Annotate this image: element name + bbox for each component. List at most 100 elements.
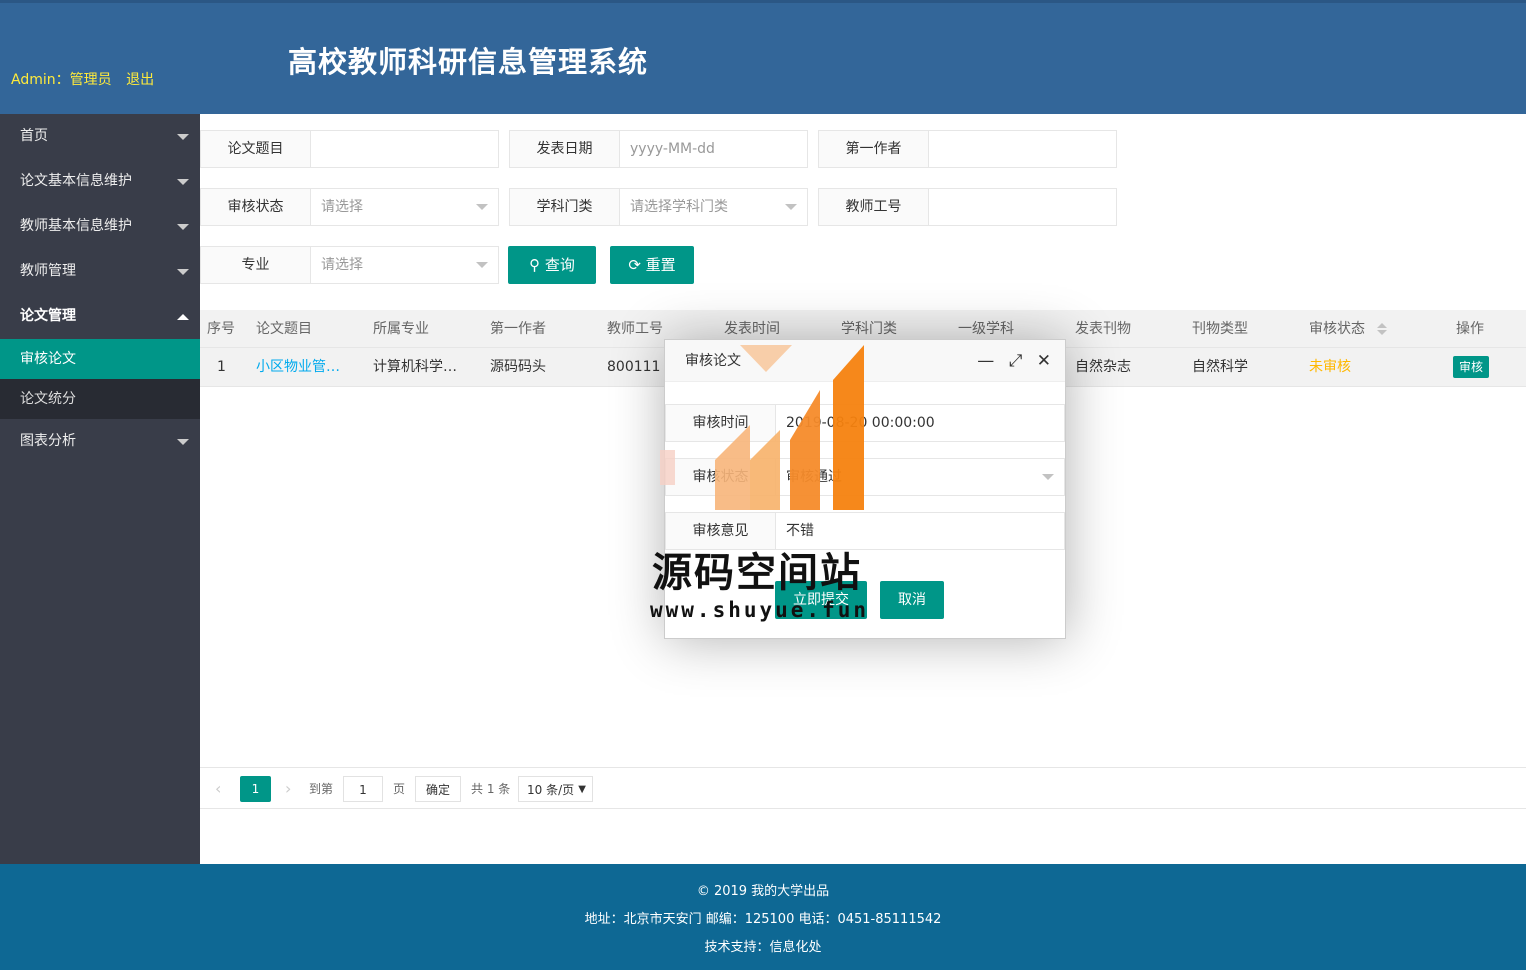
date-input[interactable]: yyyy-MM-dd bbox=[620, 131, 807, 167]
footer-support: 技术支持：信息化处 bbox=[704, 940, 822, 955]
cell-action: 审核 bbox=[1453, 348, 1490, 386]
caret-up-icon bbox=[177, 314, 189, 320]
filter-label: 发表日期 bbox=[510, 131, 620, 167]
close-icon[interactable]: ✕ bbox=[1037, 340, 1051, 382]
chevron-down-icon bbox=[1042, 474, 1054, 480]
filter-label: 学科门类 bbox=[510, 189, 620, 225]
caret-down-icon bbox=[177, 269, 189, 275]
page-input[interactable]: 1 bbox=[343, 776, 383, 802]
col-header: 序号 bbox=[207, 321, 235, 337]
filter-label: 教师工号 bbox=[819, 189, 929, 225]
prev-page-icon[interactable]: ‹ bbox=[215, 776, 221, 802]
filter-date: 发表日期 yyyy-MM-dd bbox=[509, 130, 808, 168]
status-badge: 未审核 bbox=[1309, 359, 1351, 375]
category-select[interactable]: 请选择学科门类 bbox=[620, 189, 807, 225]
col-header: 论文题目 bbox=[256, 321, 312, 337]
filter-category: 学科门类 请选择学科门类 bbox=[509, 188, 808, 226]
cell-title-link[interactable]: 小区物业管理系统 bbox=[256, 348, 346, 386]
col-header: 发表刊物 bbox=[1075, 321, 1131, 337]
teacher-id-input[interactable] bbox=[929, 189, 1116, 225]
logout-link[interactable]: 退出 bbox=[126, 72, 154, 88]
col-header: 所属专业 bbox=[373, 321, 429, 337]
user-info: Admin：管理员 退出 bbox=[11, 69, 164, 89]
page-footer: © 2019 我的大学出品 地址：北京市天安门 邮编：125100 电话：045… bbox=[0, 864, 1526, 970]
col-header: 教师工号 bbox=[607, 321, 663, 337]
query-button[interactable]: ⚲ 查询 bbox=[508, 246, 596, 284]
cell-major: 计算机科学与技术 bbox=[373, 359, 463, 375]
sidebar-item-label: 图表分析 bbox=[20, 433, 76, 449]
reset-button[interactable]: ⟳ 重置 bbox=[610, 246, 694, 284]
cell-journal-type: 自然科学 bbox=[1192, 359, 1248, 375]
maximize-icon[interactable]: ⤢ bbox=[1009, 340, 1023, 382]
audit-time-input[interactable]: 2019-08-20 00:00:00 bbox=[786, 405, 1064, 441]
audit-button[interactable]: 审核 bbox=[1453, 356, 1490, 378]
filter-label: 第一作者 bbox=[819, 131, 929, 167]
reset-button-label: 重置 bbox=[645, 256, 676, 274]
audit-opinion-input[interactable]: 不错 bbox=[786, 513, 1064, 549]
submit-button[interactable]: 立即提交 bbox=[775, 581, 867, 619]
audit-status-select[interactable]: 审核通过 bbox=[786, 459, 1064, 495]
col-header: 刊物类型 bbox=[1192, 321, 1248, 337]
total-count: 共 1 条 bbox=[471, 782, 511, 796]
pagination: ‹ 1 › 到第 1 页 确定 共 1 条 10 条/页 ▼ bbox=[200, 767, 1526, 809]
field-label: 审核时间 bbox=[666, 405, 776, 441]
chevron-down-icon bbox=[476, 262, 488, 268]
col-header: 操作 bbox=[1456, 321, 1484, 337]
chevron-down-icon bbox=[785, 204, 797, 210]
sidebar-item-label: 论文基本信息维护 bbox=[20, 173, 132, 189]
sidebar-item-chart-analysis[interactable]: 图表分析 bbox=[0, 419, 200, 464]
goto-confirm-button[interactable]: 确定 bbox=[415, 776, 461, 802]
field-label: 审核意见 bbox=[666, 513, 776, 549]
filter-teacher-id: 教师工号 bbox=[818, 188, 1117, 226]
sidebar-item-label: 教师管理 bbox=[20, 263, 76, 279]
query-button-label: 查询 bbox=[544, 256, 575, 274]
cancel-button[interactable]: 取消 bbox=[880, 581, 944, 619]
filter-first-author: 第一作者 bbox=[818, 130, 1117, 168]
next-page-icon[interactable]: › bbox=[285, 776, 291, 802]
sidebar-item-label: 教师基本信息维护 bbox=[20, 218, 132, 234]
sidebar-item-paper-manage[interactable]: 论文管理 bbox=[0, 294, 200, 339]
user-label: Admin：管理员 bbox=[11, 72, 112, 88]
sidebar-subitem-audit-paper[interactable]: 审核论文 bbox=[0, 339, 200, 379]
sidebar-item-home[interactable]: 首页 bbox=[0, 114, 200, 159]
goto-label: 到第 bbox=[309, 782, 334, 796]
sidebar-item-teacher-manage[interactable]: 教师管理 bbox=[0, 249, 200, 294]
dialog-header: 审核论文 — ⤢ ✕ bbox=[665, 340, 1065, 382]
app-title: 高校教师科研信息管理系统 bbox=[288, 45, 649, 79]
filter-label: 论文题目 bbox=[201, 131, 311, 167]
per-page-select[interactable]: 10 条/页 ▼ bbox=[518, 776, 593, 802]
first-author-input[interactable] bbox=[929, 131, 1116, 167]
chevron-down-icon bbox=[476, 204, 488, 210]
sort-icon[interactable] bbox=[1377, 323, 1388, 335]
submenu-paper-manage: 审核论文 论文统分 bbox=[0, 339, 200, 419]
minimize-icon[interactable]: — bbox=[977, 340, 994, 382]
refresh-icon: ⟳ bbox=[628, 256, 641, 274]
col-header-status[interactable]: 审核状态 bbox=[1309, 310, 1388, 348]
page-current[interactable]: 1 bbox=[240, 776, 271, 802]
caret-down-icon bbox=[177, 439, 189, 445]
col-header: 第一作者 bbox=[490, 321, 546, 337]
sidebar-item-paper-info[interactable]: 论文基本信息维护 bbox=[0, 159, 200, 204]
filter-label: 审核状态 bbox=[201, 189, 311, 225]
cell-author: 源码码头 bbox=[490, 359, 546, 375]
status-select[interactable]: 请选择 bbox=[311, 189, 498, 225]
search-icon: ⚲ bbox=[529, 256, 541, 274]
caret-down-icon bbox=[177, 179, 189, 185]
col-header-label: 审核状态 bbox=[1309, 321, 1365, 337]
major-select[interactable]: 请选择 bbox=[311, 247, 498, 283]
cell-journal: 自然杂志 bbox=[1075, 359, 1131, 375]
sidebar-item-label: 首页 bbox=[20, 128, 48, 144]
audit-dialog: 审核论文 — ⤢ ✕ 审核时间 2019-08-20 00:00:00 审核状态… bbox=[664, 339, 1066, 639]
caret-down-icon: ▼ bbox=[578, 784, 586, 795]
sidebar-item-label: 论文管理 bbox=[20, 308, 76, 324]
filter-major: 专业 请选择 bbox=[200, 246, 499, 284]
sidebar-item-teacher-info[interactable]: 教师基本信息维护 bbox=[0, 204, 200, 249]
cell-index: 1 bbox=[217, 359, 226, 375]
footer-copyright: © 2019 我的大学出品 bbox=[696, 884, 830, 899]
per-page-value: 10 条/页 bbox=[527, 783, 575, 797]
filter-title: 论文题目 bbox=[200, 130, 499, 168]
title-input[interactable] bbox=[311, 131, 498, 167]
sidebar-subitem-paper-score[interactable]: 论文统分 bbox=[0, 379, 200, 419]
audit-opinion-field: 审核意见 不错 bbox=[665, 512, 1065, 550]
dialog-title: 审核论文 bbox=[685, 353, 741, 369]
